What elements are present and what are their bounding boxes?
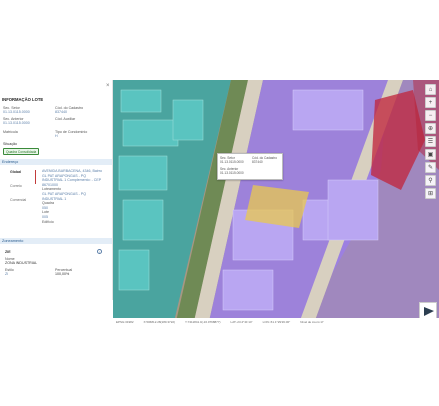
cod-cadastro-field: Cód. do Cadastro 837440 [55, 106, 83, 114]
tab-comercial[interactable]: Comercial [10, 198, 26, 202]
sec-setor-value: 01.13.0115.0000 [3, 110, 30, 114]
endereco-header[interactable]: Endereço [0, 159, 112, 165]
zone-percentual-field: Percentual 100,00% [55, 268, 72, 276]
status-bar: EPSG:31982 X:506812.28(180.3722) Y:74118… [113, 318, 439, 326]
tab-correio[interactable]: Correio [10, 184, 22, 188]
x-readout: X:506812.28(180.3722) [143, 320, 176, 324]
search-button[interactable]: ⚲ [425, 175, 436, 186]
popup-cod-value: 837440 [252, 160, 263, 164]
basemap-button[interactable]: ▣ [425, 149, 436, 160]
situacao-badge: Quadra Consolidada [3, 148, 40, 155]
zoom-in-button[interactable]: + [425, 97, 436, 108]
lat-readout: LAT:-23.2°41'14" [230, 320, 253, 324]
tab-global[interactable]: Global [10, 170, 21, 174]
east-building [327, 179, 379, 241]
map-popup: Sec. Setor 01.13.0115.0000 Cód. do Cadas… [217, 153, 283, 180]
matricula-field: Matrícula [3, 130, 18, 134]
cod-cadastro-value: 837440 [55, 110, 67, 114]
close-icon[interactable]: × [106, 83, 110, 89]
popup-sec-anterior-value: 01.13.0115.0000 [220, 171, 244, 175]
app-window: × INFORMAÇÃO LOTE Sec. Setor 01.13.0115.… [0, 0, 439, 406]
home-button[interactable]: ⌂ [425, 84, 436, 95]
tipo-condominio-label: Tipo de Condomínio [55, 130, 88, 134]
overview-map[interactable] [419, 302, 437, 319]
projection-readout: EPSG:31982 [116, 320, 134, 324]
zoom-out-button[interactable]: − [425, 110, 436, 121]
sec-anterior-field: Sec. Anterior 01.13.0115.0000 [3, 117, 30, 125]
lot-info-panel: × INFORMAÇÃO LOTE Sec. Setor 01.13.0115.… [0, 80, 113, 300]
zone-estilo-field: Estilo ZI [5, 268, 14, 276]
situacao-label: Situação [3, 142, 17, 146]
panel-title: INFORMAÇÃO LOTE [2, 97, 44, 102]
sec-setor-field: Sec. Setor 01.13.0115.0000 [3, 106, 30, 114]
map-view[interactable]: Sec. Setor 01.13.0115.0000 Cód. do Cadas… [113, 80, 439, 326]
lon-readout: LON:-51.1°29'26.00" [262, 320, 291, 324]
map-canvas[interactable] [113, 80, 439, 326]
zoom-level-readout: Nível de zoom:17 [300, 320, 324, 324]
overview-arrow-icon [424, 307, 434, 316]
info-icon[interactable]: i [97, 249, 102, 254]
zone-name-field: Nome ZONA INDUSTRIAL [5, 257, 37, 265]
tipo-condominio-value: H [55, 134, 58, 138]
address-line: AVENIDA BARBACENA, 4346, Bairro [42, 169, 103, 173]
tipo-condominio-field: Tipo de Condomínio H [55, 130, 87, 138]
y-readout: Y:7411841.0(-16.0768877) [185, 320, 221, 324]
active-tab-indicator [35, 170, 36, 184]
address-details: AVENIDA BARBACENA, 4346, Bairro GL PAT A… [42, 169, 110, 224]
locate-button[interactable]: ⊕ [425, 123, 436, 134]
cod-auxiliar-label: Cód. Auxiliar [55, 117, 76, 121]
sec-anterior-value: 01.13.0115.0000 [3, 121, 30, 125]
cod-auxiliar-field: Cód. Auxiliar [55, 117, 75, 121]
zone-name-value: ZONA INDUSTRIAL [5, 261, 38, 265]
draw-button[interactable]: ✎ [425, 162, 436, 173]
zone-code: ZIE [5, 250, 11, 254]
edificio-label: Edifício [42, 219, 54, 224]
grid-button[interactable]: ⊞ [425, 188, 436, 199]
matricula-label: Matrícula [3, 130, 18, 134]
layers-button[interactable]: ☰ [425, 136, 436, 147]
zone-estilo-value: ZI [5, 272, 9, 276]
popup-sec-setor-value: 01.13.0115.0000 [220, 160, 244, 164]
zone-percentual-value: 100,00% [55, 272, 70, 276]
zoneamento-header[interactable]: Zoneamento [0, 238, 112, 244]
